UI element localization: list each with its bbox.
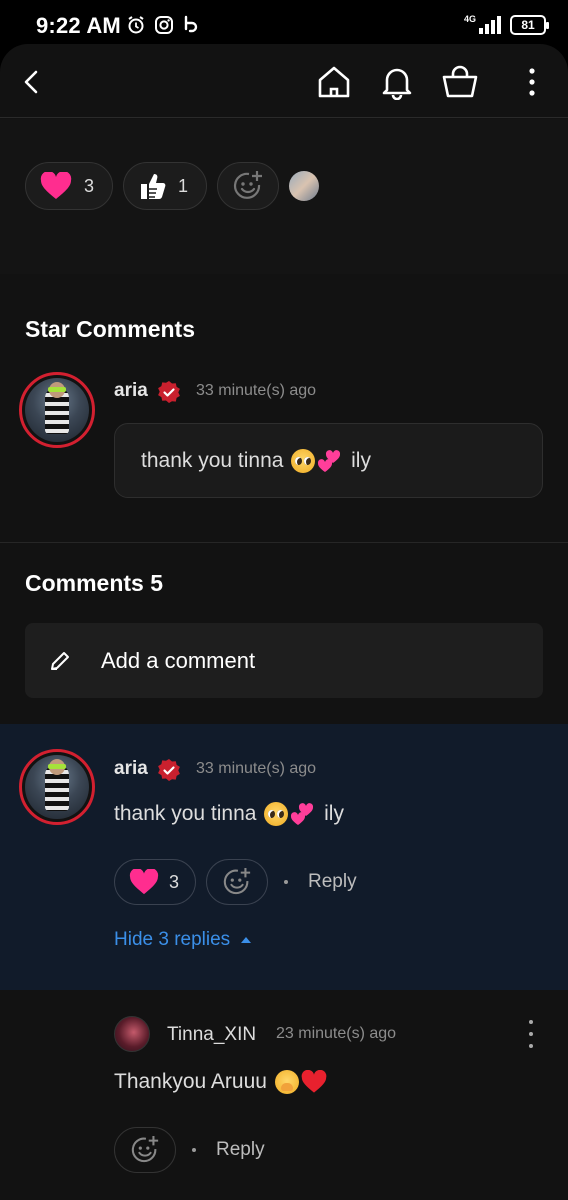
heart-reaction-pill[interactable]: 3 [114, 859, 197, 905]
avatar[interactable] [19, 749, 95, 825]
reactor-avatar[interactable] [289, 171, 320, 201]
heart-icon [129, 869, 159, 895]
home-icon[interactable] [314, 62, 354, 102]
section-divider [0, 542, 568, 543]
network-label: 4G [463, 14, 476, 24]
heart-reaction-pill[interactable]: 3 [25, 162, 114, 210]
status-icons-right: 4G 81 [463, 14, 549, 35]
separator-dot [192, 1148, 196, 1152]
pleading-face-icon [291, 448, 316, 473]
red-heart-icon [301, 1070, 327, 1093]
separator-dot [284, 880, 289, 884]
comment-body: thank you tinna ily [114, 802, 344, 826]
comment-text: thank you tinna [141, 448, 290, 472]
heart-count: 3 [84, 175, 95, 196]
verified-badge-icon [158, 759, 180, 781]
heart-icon [40, 172, 72, 199]
hand-over-mouth-icon [274, 1070, 299, 1094]
star-comment-bubble: thank you tinna ily [114, 423, 543, 498]
status-time: 9:22 AM [36, 13, 121, 38]
add-reaction-icon [223, 867, 251, 895]
pleading-face-icon [264, 802, 289, 826]
avatar[interactable] [114, 1016, 150, 1052]
comment-timestamp: 33 minute(s) ago [196, 760, 317, 777]
reply-actions: Reply [114, 1127, 265, 1173]
app-notification-icon [184, 15, 198, 33]
star-comments-title: Star Comments [25, 316, 195, 342]
verified-badge-icon [158, 381, 180, 403]
heart-count: 3 [169, 871, 180, 892]
add-reaction-icon [234, 171, 263, 199]
status-icons-left [126, 15, 200, 35]
thumbs-count: 1 [178, 175, 189, 196]
hide-replies-label: Hide 3 replies [114, 929, 231, 950]
comment-timestamp: 33 minute(s) ago [196, 382, 317, 399]
avatar[interactable] [19, 372, 95, 448]
add-reaction-button[interactable] [114, 1127, 176, 1173]
app-container: 3 1 Star Comments aria 33 minute(s) ago … [0, 44, 568, 1200]
reply-username[interactable]: Tinna_XIN [167, 1024, 256, 1046]
battery-level: 81 [521, 18, 535, 32]
shopping-bag-icon[interactable] [440, 62, 480, 102]
signal-icon [479, 16, 501, 34]
hide-replies-button[interactable]: Hide 3 replies [114, 929, 252, 951]
thumbs-up-reaction-pill[interactable]: 1 [123, 162, 208, 210]
instagram-icon [155, 16, 173, 34]
reaction-row: 3 1 [25, 162, 320, 210]
post-reactions-section: 3 1 [0, 119, 568, 274]
thumbs-up-icon [141, 174, 166, 199]
add-reaction-icon [131, 1135, 159, 1163]
reply-text: Thankyou Aruuu [114, 1070, 273, 1093]
comment-username[interactable]: aria [114, 758, 148, 780]
reply-body: Thankyou Aruuu [114, 1070, 327, 1094]
comment-text-suffix: ily [318, 802, 344, 825]
top-navigation-bar [0, 44, 568, 118]
reply-button[interactable]: Reply [308, 871, 357, 893]
pencil-icon [51, 651, 69, 670]
two-hearts-icon [291, 803, 314, 825]
comment-actions: 3 Reply [114, 859, 357, 905]
reply-timestamp: 23 minute(s) ago [276, 1025, 397, 1042]
add-comment-placeholder: Add a comment [101, 647, 256, 673]
status-bar: 9:22 AM 4G 81 [0, 0, 568, 50]
caret-up-icon [241, 937, 252, 943]
reply-button[interactable]: Reply [216, 1139, 265, 1161]
add-reaction-button[interactable] [217, 162, 280, 210]
more-icon[interactable] [512, 62, 552, 102]
two-hearts-icon [318, 449, 341, 472]
add-comment-input[interactable]: Add a comment [25, 623, 543, 698]
comment-text-suffix: ily [345, 448, 371, 472]
add-reaction-button[interactable] [206, 859, 269, 905]
battery-icon: 81 [510, 15, 549, 35]
back-icon[interactable] [12, 62, 52, 102]
bell-icon[interactable] [377, 62, 417, 102]
comment-username[interactable]: aria [114, 380, 148, 402]
comments-title: Comments 5 [25, 570, 164, 596]
alarm-icon [128, 16, 144, 34]
reply-more-icon[interactable] [521, 1020, 541, 1048]
comment-text: thank you tinna [114, 802, 263, 825]
